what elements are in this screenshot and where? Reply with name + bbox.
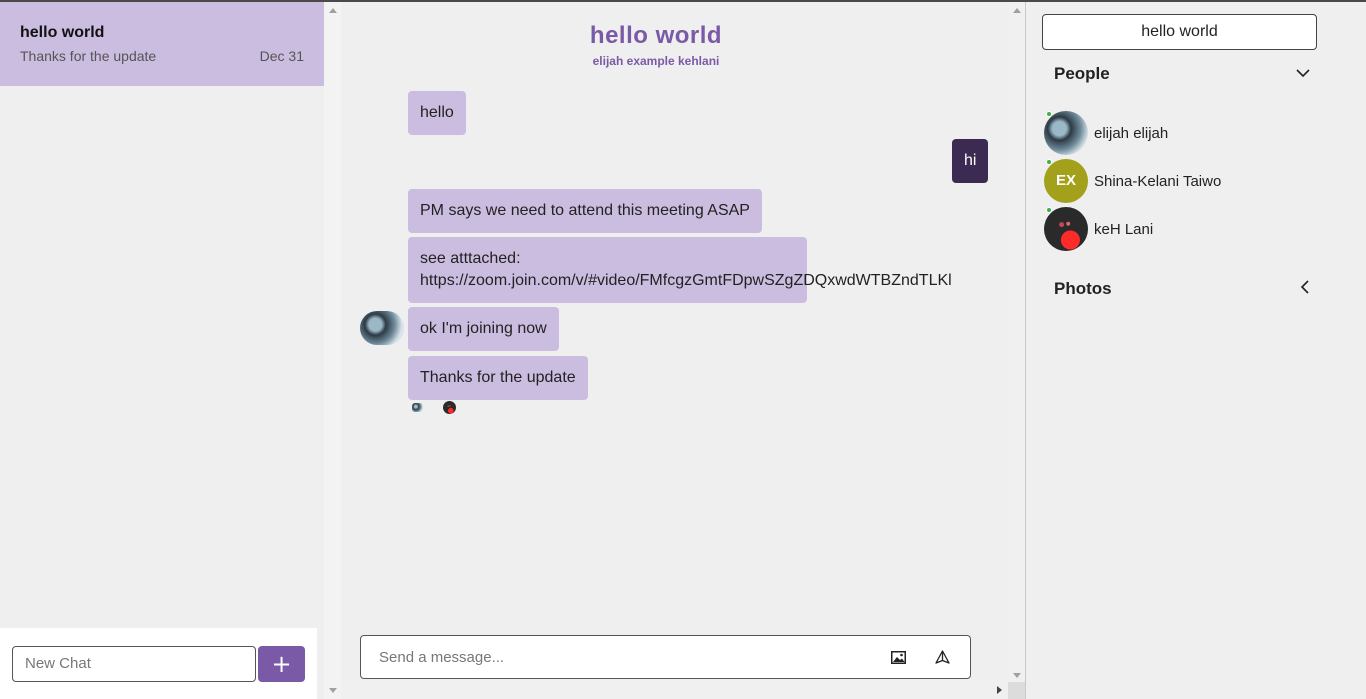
message-composer — [360, 635, 971, 679]
scroll-up-arrow-icon[interactable] — [329, 8, 337, 13]
chat-list-item[interactable]: hello world Thanks for the update Dec 31 — [0, 2, 324, 86]
message-bubble: Thanks for the update — [408, 356, 588, 400]
send-icon[interactable] — [932, 647, 952, 667]
avatar — [1044, 207, 1088, 251]
details-pane: hello world People elijah elijah EX Shin… — [1025, 2, 1366, 699]
person-name: elijah elijah — [1094, 124, 1169, 142]
chat-list-pane: hello world Thanks for the update Dec 31… — [0, 2, 341, 699]
read-receipt-avatar — [443, 401, 456, 414]
chat-list: hello world Thanks for the update Dec 31 — [0, 2, 324, 627]
read-receipt-avatar — [412, 403, 423, 412]
chat-item-meta: Thanks for the update Dec 31 — [20, 48, 304, 64]
photos-section-toggle[interactable]: Photos — [1054, 279, 1310, 299]
add-chat-button[interactable]: + — [258, 645, 305, 682]
scroll-right-arrow-icon[interactable] — [997, 686, 1002, 694]
person-row[interactable]: EX Shina-Kelani Taiwo — [1044, 159, 1221, 203]
online-indicator — [1046, 207, 1052, 213]
new-chat-bar: + — [0, 628, 317, 699]
message-text-line: see atttached: — [420, 250, 521, 267]
scroll-down-arrow-icon[interactable] — [329, 688, 337, 693]
photos-section-title: Photos — [1054, 279, 1112, 298]
avatar — [1044, 111, 1088, 155]
message-bubble: PM says we need to attend this meeting A… — [408, 189, 762, 233]
person-name: Shina-Kelani Taiwo — [1094, 172, 1222, 190]
people-section-title: People — [1054, 64, 1110, 83]
message-link[interactable]: https://zoom.join.com/v/#video/FMfcgzGmt… — [420, 270, 952, 292]
chevron-left-icon[interactable] — [1300, 279, 1310, 299]
conversation-participants: elijah example kehlani — [592, 54, 720, 68]
avatar-photo — [1044, 207, 1088, 251]
online-indicator — [1046, 159, 1052, 165]
message-input[interactable] — [379, 648, 864, 666]
online-indicator — [1046, 111, 1052, 117]
chat-list-scrollbar[interactable] — [324, 2, 341, 699]
person-row[interactable]: elijah elijah — [1044, 111, 1168, 155]
conversation-horizontal-scrollbar[interactable] — [342, 682, 1025, 699]
person-row[interactable]: keH Lani — [1044, 207, 1153, 251]
message-bubble-mine: hi — [952, 139, 989, 183]
image-icon[interactable] — [888, 647, 908, 667]
conversation-pane: hello world elijah example kehlani hello… — [342, 2, 1025, 699]
scrollbar-corner — [1008, 682, 1025, 699]
person-name: keH Lani — [1094, 220, 1154, 238]
conversation-scrollbar[interactable] — [1008, 2, 1025, 682]
avatar: EX — [1044, 159, 1088, 203]
message-bubble: ok I'm joining now — [408, 307, 559, 351]
chat-item-preview: Thanks for the update — [20, 48, 157, 64]
chat-item-title: hello world — [20, 24, 105, 41]
sender-avatar — [360, 311, 404, 345]
new-chat-input[interactable] — [12, 645, 257, 682]
avatar-initials: EX — [1044, 159, 1088, 203]
details-chat-title[interactable]: hello world — [1042, 14, 1317, 50]
conversation-title: hello world — [589, 22, 723, 49]
message-bubble: hello — [408, 91, 466, 135]
scroll-down-arrow-icon[interactable] — [1013, 673, 1021, 678]
scroll-up-arrow-icon[interactable] — [1013, 8, 1021, 13]
chat-item-date: Dec 31 — [259, 48, 304, 64]
people-section-toggle[interactable]: People — [1054, 64, 1310, 84]
conversation-header: hello world elijah example kehlani — [342, 22, 970, 68]
chevron-down-icon[interactable] — [1296, 65, 1310, 83]
message-bubble: see atttached: https://zoom.join.com/v/#… — [408, 237, 952, 303]
avatar-photo — [1044, 111, 1088, 155]
